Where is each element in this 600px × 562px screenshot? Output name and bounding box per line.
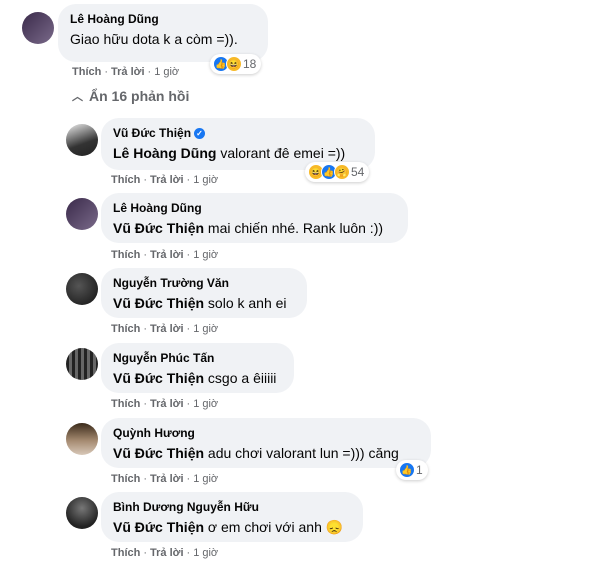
reaction-count: 18 — [243, 57, 257, 71]
avatar[interactable] — [66, 273, 98, 305]
reply-link[interactable]: Trả lời — [150, 174, 184, 186]
reaction-summary[interactable]: 👍 1 — [396, 460, 428, 480]
chevron-up-icon: ︿ — [72, 91, 83, 103]
reply-actions: Thích · Trả lời · 1 giờ — [111, 398, 219, 410]
mention-tag[interactable]: Lê Hoàng Dũng — [113, 145, 216, 161]
comment-text: Giao hữu dota k a còm =)). — [70, 31, 238, 47]
reply-author[interactable]: Vũ Đức Thiện ✓ — [113, 125, 363, 141]
reply-bubble: Nguyễn Trường Văn Vũ Đức Thiện solo k an… — [101, 268, 307, 318]
reply-text: Lê Hoàng Dũng valorant đê emei =)) — [113, 143, 363, 163]
reply-text: Vũ Đức Thiện adu chơi valorant lun =))) … — [113, 443, 419, 463]
reply-bubble: Nguyễn Phúc Tấn Vũ Đức Thiện csgo a êiii… — [101, 343, 294, 393]
reply-body: mai chiến nhé. Rank luôn :)) — [204, 220, 384, 236]
like-link[interactable]: Thích — [72, 66, 101, 78]
reply-body: csgo a êiiiii — [204, 370, 277, 386]
reply-author[interactable]: Lê Hoàng Dũng — [113, 200, 396, 216]
avatar[interactable] — [66, 124, 98, 156]
reply-text: Vũ Đức Thiện mai chiến nhé. Rank luôn :)… — [113, 218, 396, 238]
comment-actions: Thích · Trả lời · 1 giờ — [72, 66, 180, 78]
mention-tag[interactable]: Vũ Đức Thiện — [113, 370, 204, 386]
reply-author[interactable]: Nguyễn Phúc Tấn — [113, 350, 282, 366]
like-reaction-icon: 👍 — [399, 462, 415, 478]
reply-text: Vũ Đức Thiện solo k anh ei — [113, 293, 295, 313]
reply-link[interactable]: Trả lời — [111, 66, 145, 78]
mention-tag[interactable]: Vũ Đức Thiện — [113, 295, 204, 311]
avatar[interactable] — [22, 12, 54, 44]
comment-author[interactable]: Lê Hoàng Dũng — [70, 11, 256, 27]
like-link[interactable]: Thích — [111, 174, 140, 186]
like-link[interactable]: Thích — [111, 323, 140, 335]
like-link[interactable]: Thích — [111, 398, 140, 410]
care-reaction-icon: 🤗 — [334, 164, 350, 180]
timestamp[interactable]: 1 giờ — [154, 66, 179, 78]
reply-link[interactable]: Trả lời — [150, 249, 184, 261]
reaction-summary[interactable]: 👍 😆 18 — [210, 54, 262, 74]
reply-text: Vũ Đức Thiện ơ em chơi với anh 😞 — [113, 517, 351, 537]
reply-body: adu chơi valorant lun =))) căng — [204, 445, 399, 461]
reply-actions: Thích · Trả lời · 1 giờ — [111, 323, 219, 335]
reply-bubble: Quỳnh Hương Vũ Đức Thiện adu chơi valora… — [101, 418, 431, 468]
reply-body: solo k anh ei — [204, 295, 287, 311]
timestamp[interactable]: 1 giờ — [193, 174, 218, 186]
reply-actions: Thích · Trả lời · 1 giờ — [111, 547, 219, 559]
reaction-summary[interactable]: 😆 👍 🤗 54 — [305, 162, 370, 182]
reply-actions: Thích · Trả lời · 1 giờ — [111, 174, 219, 186]
timestamp[interactable]: 1 giờ — [193, 398, 218, 410]
reply-bubble: Lê Hoàng Dũng Vũ Đức Thiện mai chiến nhé… — [101, 193, 408, 243]
reply-author[interactable]: Nguyễn Trường Văn — [113, 275, 295, 291]
timestamp[interactable]: 1 giờ — [193, 547, 218, 559]
reply-bubble: Bình Dương Nguyễn Hữu Vũ Đức Thiện ơ em … — [101, 492, 363, 542]
reply-body: ơ em chơi với anh 😞 — [204, 519, 344, 535]
timestamp[interactable]: 1 giờ — [193, 473, 218, 485]
like-link[interactable]: Thích — [111, 547, 140, 559]
avatar[interactable] — [66, 423, 98, 455]
reply-body: valorant đê emei =)) — [216, 145, 346, 161]
reply-author[interactable]: Bình Dương Nguyễn Hữu — [113, 499, 351, 515]
mention-tag[interactable]: Vũ Đức Thiện — [113, 445, 204, 461]
reply-actions: Thích · Trả lời · 1 giờ — [111, 249, 219, 261]
avatar[interactable] — [66, 198, 98, 230]
haha-reaction-icon: 😆 — [226, 56, 242, 72]
hide-replies-label: Ẩn 16 phản hồi — [89, 88, 190, 104]
author-name[interactable]: Vũ Đức Thiện — [113, 125, 191, 141]
reply-link[interactable]: Trả lời — [150, 547, 184, 559]
hide-replies-toggle[interactable]: ︿ Ẩn 16 phản hồi — [72, 88, 189, 104]
reply-link[interactable]: Trả lời — [150, 473, 184, 485]
timestamp[interactable]: 1 giờ — [193, 323, 218, 335]
mention-tag[interactable]: Vũ Đức Thiện — [113, 519, 204, 535]
reaction-count: 1 — [416, 463, 423, 477]
reply-actions: Thích · Trả lời · 1 giờ — [111, 473, 219, 485]
reply-link[interactable]: Trả lời — [150, 398, 184, 410]
avatar[interactable] — [66, 497, 98, 529]
reaction-count: 54 — [351, 165, 365, 179]
reply-author[interactable]: Quỳnh Hương — [113, 425, 419, 441]
like-link[interactable]: Thích — [111, 473, 140, 485]
reply-text: Vũ Đức Thiện csgo a êiiiii — [113, 368, 282, 388]
mention-tag[interactable]: Vũ Đức Thiện — [113, 220, 204, 236]
reply-link[interactable]: Trả lời — [150, 323, 184, 335]
avatar[interactable] — [66, 348, 98, 380]
verified-badge-icon: ✓ — [194, 127, 206, 139]
timestamp[interactable]: 1 giờ — [193, 249, 218, 261]
like-link[interactable]: Thích — [111, 249, 140, 261]
